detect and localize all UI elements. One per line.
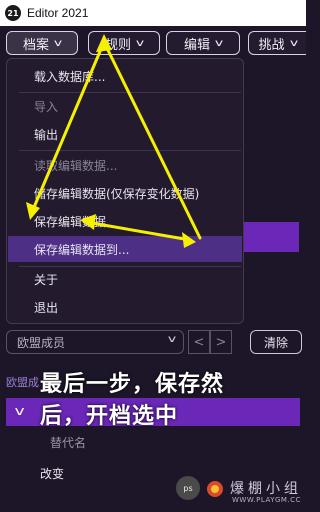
list-item-alias[interactable]: 替代名 [50,434,86,451]
menu-item-import: 导入 [34,99,59,114]
menu-edit-label: 编辑 [184,37,211,53]
watermark-url: WWW.PLAYGM.CC [232,496,301,504]
menu-challenge-button[interactable]: 挑战 v [248,31,306,55]
section-label: 欧盟成 [6,376,39,389]
menu-item-read-edit-data: 读取编辑数据... [34,158,118,173]
chevron-down-icon[interactable]: v [15,404,25,418]
chevron-down-icon: v [53,37,63,49]
menu-separator [19,150,241,151]
menu-rules-label: 规则 [105,37,132,53]
menu-rules-button[interactable]: 规则 v [88,31,160,55]
search-value: 欧盟成员 [17,335,66,350]
menu-bar: 档案 v 规则 v 编辑 v 挑战 v [0,26,306,60]
clear-button[interactable]: 清除 [250,330,302,354]
menu-challenge-label: 挑战 [258,37,285,53]
tutorial-caption-line-1: 最后一步，保存然 [40,372,225,397]
watermark-text: 爆棚小组 [230,481,302,497]
menu-item-exit[interactable]: 退出 [8,294,242,320]
menu-item-export[interactable]: 输出 [8,121,242,147]
menu-item-save-edit-data-as[interactable]: 保存编辑数据到... [8,236,242,262]
menu-item-save-changes-only[interactable]: 储存编辑数据(仅保存变化数据) [8,180,242,206]
menu-file-label: 档案 [23,37,50,53]
menu-edit-button[interactable]: 编辑 v [166,31,240,55]
menu-file-button[interactable]: 档案 v [6,31,78,55]
list-item-change[interactable]: 改变 [40,465,64,482]
tutorial-caption-line-2: 后，开档选中 [40,404,179,429]
chevron-down-icon: v [135,37,145,49]
file-dropdown-menu: 载入数据库... 导入 输出 读取编辑数据... 储存编辑数据(仅保存变化数据)… [6,58,244,324]
menu-item-load-database[interactable]: 载入数据库... [8,63,242,89]
chevron-down-icon[interactable]: v [168,334,176,345]
chevron-down-icon: v [289,37,298,49]
app-logo-icon: 21 [5,5,21,21]
watermark-badge: ps [176,476,200,500]
menu-item-about[interactable]: 关于 [8,266,242,292]
menu-item-save-edit-data[interactable]: 保存编辑数据 [8,208,242,234]
chevron-down-icon: v [214,37,224,49]
selected-panel-strip [244,222,299,252]
search-row: 欧盟成员 v < > 清除 [6,330,306,356]
title-bar: 21 Editor 2021 [0,0,306,26]
prev-button[interactable]: < [188,330,210,354]
watermark-logo-icon [207,481,223,497]
search-input[interactable]: 欧盟成员 v [6,330,184,354]
window-title: Editor 2021 [27,6,89,20]
next-button[interactable]: > [210,330,232,354]
